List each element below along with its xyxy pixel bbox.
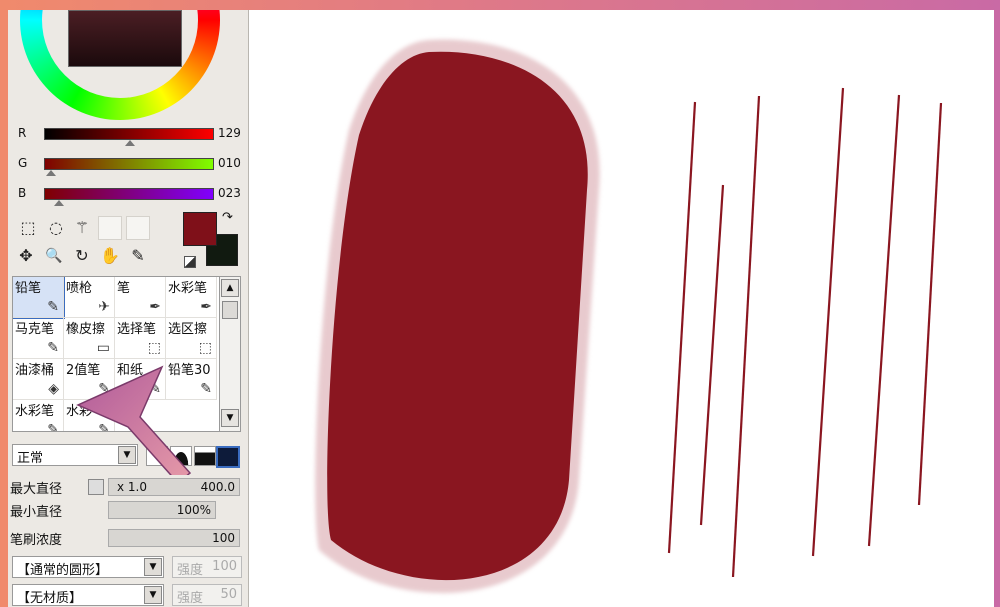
brush-shape-select[interactable]: 【通常的圆形】 ▼ <box>12 556 164 578</box>
swap-colors-icon[interactable]: ↷ <box>222 210 233 225</box>
slider-value: 023 <box>218 186 241 200</box>
slider-thumb[interactable] <box>45 170 56 176</box>
brush-item[interactable]: 水彩笔 ✒ <box>166 277 217 318</box>
brush-label: 喷枪 <box>66 281 93 296</box>
brush-icon: ▭ <box>96 340 110 356</box>
slider-b[interactable]: B 023 <box>16 186 246 206</box>
texture-select[interactable]: 【无材质】 ▼ <box>12 584 164 606</box>
brush-label: 水彩笔 <box>15 404 55 419</box>
brush-icon: ✎ <box>47 422 59 432</box>
brush-label: 橡皮擦 <box>66 322 106 337</box>
texture-strength-slider[interactable]: 强度 50 <box>172 584 242 606</box>
brush-icon: ✎ <box>200 381 212 397</box>
brush-label: 选区擦 <box>168 322 208 337</box>
eyedropper-icon[interactable]: ✎ <box>128 246 148 266</box>
saturation-value-square[interactable] <box>68 10 182 67</box>
slider-label: B <box>18 186 27 200</box>
scroll-thumb[interactable] <box>222 301 238 319</box>
canvas-artwork <box>315 39 943 594</box>
brush-label: 铅笔 <box>15 281 42 296</box>
slider-value: 010 <box>218 156 241 170</box>
hand-icon[interactable]: ✋ <box>100 246 120 266</box>
brush-item[interactable]: 水彩笔 ✎ <box>13 400 64 432</box>
tool-panel: R 129 G 010 B 023 ⬚ ◌ ⚚ ✥ 🔍 ↻ ✋ ✎ ↷ 铅笔 ✎ 喷枪 ✈ 笔 ✒ 水… <box>8 10 249 607</box>
min-diameter-label: 最小直径 <box>10 505 63 520</box>
brush-icon: ✒ <box>149 299 161 315</box>
brush-label: 水彩笔 <box>168 281 208 296</box>
max-diameter-label: 最大直径 <box>10 482 63 497</box>
slider-track[interactable] <box>44 158 214 170</box>
move-icon[interactable]: ✥ <box>16 246 36 266</box>
brush-icon: ◈ <box>48 381 59 397</box>
brush-list-scrollbar[interactable]: ▲ ▼ <box>219 276 241 432</box>
scroll-up-button[interactable]: ▲ <box>221 279 239 297</box>
brush-item[interactable]: 铅笔 ✎ <box>13 277 65 319</box>
pencil-lines <box>667 87 943 578</box>
slider-track[interactable] <box>44 188 214 200</box>
app-window: R 129 G 010 B 023 ⬚ ◌ ⚚ ✥ 🔍 ↻ ✋ ✎ ↷ 铅笔 ✎ 喷枪 ✈ 笔 ✒ 水… <box>8 10 994 607</box>
brush-icon: ✎ <box>47 299 59 315</box>
brush-density-slider[interactable]: 100 <box>108 529 240 547</box>
max-diameter-slider[interactable]: x 1.0 400.0 <box>108 478 240 496</box>
brush-item[interactable]: 油漆桶 ◈ <box>13 359 64 400</box>
arrow-pointer-icon <box>76 365 192 475</box>
brush-item[interactable]: 马克笔 ✎ <box>13 318 64 359</box>
slider-value: 129 <box>218 126 241 140</box>
lasso-icon[interactable]: ◌ <box>46 218 66 238</box>
brush-label: 马克笔 <box>15 322 55 337</box>
slider-thumb[interactable] <box>54 200 65 206</box>
brush-shape-hard-button[interactable] <box>216 446 240 468</box>
magic-wand-icon[interactable]: ⚚ <box>72 218 92 238</box>
empty-tool-slot <box>126 216 150 240</box>
scroll-down-button[interactable]: ▼ <box>221 409 239 427</box>
shape-strength-slider[interactable]: 强度 100 <box>172 556 242 578</box>
slider-g[interactable]: G 010 <box>16 156 246 176</box>
chevron-down-icon: ▼ <box>144 586 162 604</box>
brush-icon: ✎ <box>47 340 59 356</box>
brush-item[interactable]: 选区擦 ⬚ <box>166 318 217 359</box>
brush-icon: ⬚ <box>147 340 161 356</box>
slider-thumb[interactable] <box>124 140 135 146</box>
chevron-down-icon: ▼ <box>144 558 162 576</box>
diameter-options-button[interactable] <box>88 479 104 495</box>
brush-label: 选择笔 <box>117 322 157 337</box>
blend-mode-value: 正常 <box>17 451 44 466</box>
brush-label: 笔 <box>117 281 131 296</box>
brush-label: 油漆桶 <box>15 363 55 378</box>
brush-item[interactable]: 选择笔 ⬚ <box>115 318 166 359</box>
brush-icon: ⬚ <box>198 340 212 356</box>
brush-icon: ✈ <box>98 299 110 315</box>
slider-track[interactable] <box>44 128 214 140</box>
brush-icon: ✒ <box>200 299 212 315</box>
zoom-icon[interactable]: 🔍 <box>44 246 64 266</box>
brush-item[interactable]: 橡皮擦 ▭ <box>64 318 115 359</box>
slider-r[interactable]: R 129 <box>16 126 246 146</box>
rotate-icon[interactable]: ↻ <box>72 246 92 266</box>
min-diameter-slider[interactable]: 100% <box>108 501 216 519</box>
reset-colors-icon[interactable] <box>184 256 196 268</box>
brush-item[interactable]: 喷枪 ✈ <box>64 277 115 318</box>
slider-label: G <box>18 156 28 170</box>
brush-density-label: 笔刷浓度 <box>10 533 63 548</box>
drawing-canvas[interactable] <box>249 10 994 607</box>
empty-tool-slot <box>98 216 122 240</box>
slider-label: R <box>18 126 27 140</box>
brush-item[interactable]: 笔 ✒ <box>115 277 166 318</box>
rect-select-icon[interactable]: ⬚ <box>18 218 38 238</box>
foreground-color-swatch[interactable] <box>183 212 217 246</box>
